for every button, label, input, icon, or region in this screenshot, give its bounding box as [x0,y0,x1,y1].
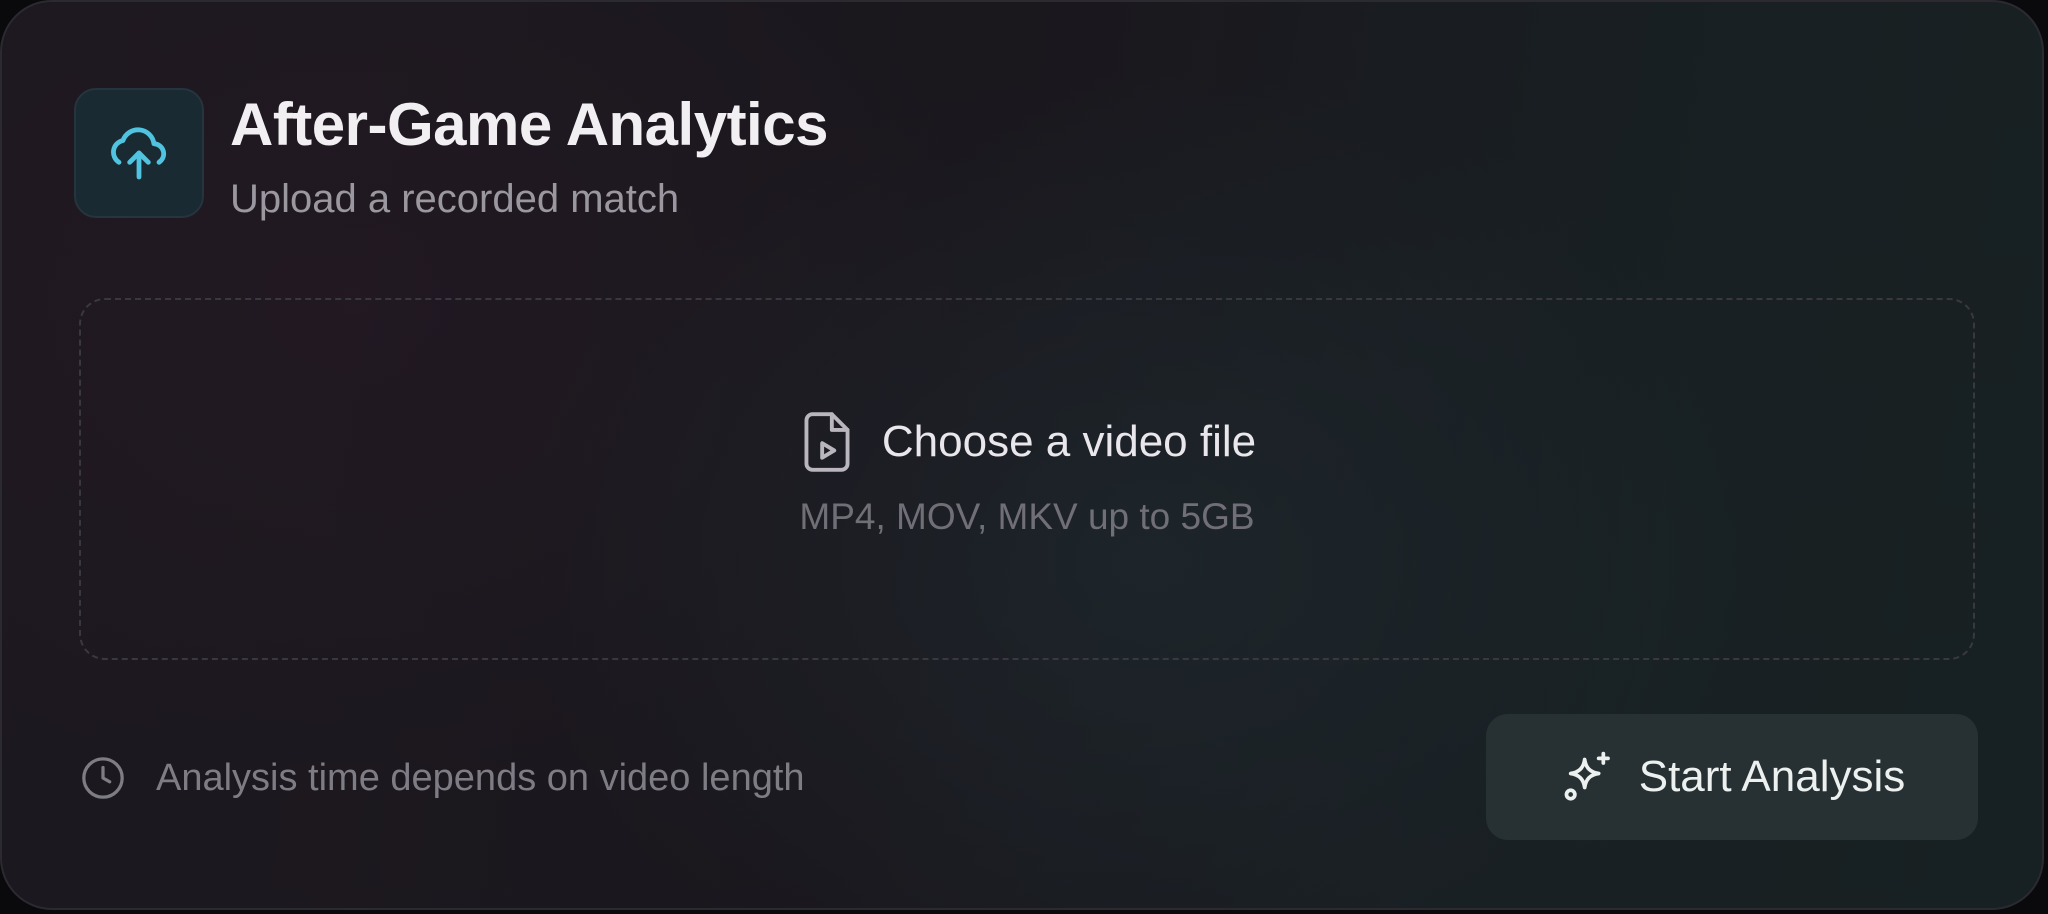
dropzone-hint: MP4, MOV, MKV up to 5GB [799,496,1255,537]
start-analysis-label: Start Analysis [1638,752,1906,801]
dropzone-prompt: Choose a video file [81,410,1973,474]
page-subtitle: Upload a recorded match [230,177,680,221]
video-file-icon [804,412,850,472]
sparkles-icon [1564,751,1610,801]
video-dropzone[interactable]: Choose a video file MP4, MOV, MKV up to … [79,298,1975,660]
footer-note: Analysis time depends on video length [80,755,805,801]
upload-icon-tile [74,88,204,218]
clock-icon [82,757,124,799]
upload-card: After-Game Analytics Upload a recorded m… [0,0,2044,910]
start-analysis-button[interactable]: Start Analysis [1486,714,1978,840]
footer-note-text: Analysis time depends on video length [156,756,805,799]
cloud-upload-icon [111,127,167,180]
page-title: After-Game Analytics [230,91,828,158]
dropzone-label[interactable]: Choose a video file [882,417,1256,467]
